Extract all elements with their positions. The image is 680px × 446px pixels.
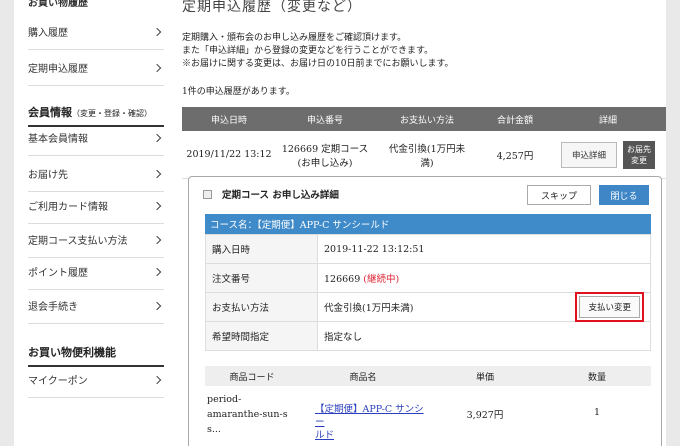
sidebar-item-label: 基本会員情報 xyxy=(28,134,88,145)
sidebar: お買い物履歴 購入履歴 定期申込履歴 会員情報（変更・登録・確認） 基本会員情報… xyxy=(14,0,170,446)
column-header: お支払い方法 xyxy=(399,115,454,126)
column-header: 商品名 xyxy=(349,372,377,383)
sidebar-item-label: 退会手続き xyxy=(28,302,78,313)
page-frame: お買い物履歴 購入履歴 定期申込履歴 会員情報（変更・登録・確認） 基本会員情報… xyxy=(14,0,666,446)
chevron-right-icon xyxy=(152,235,162,244)
chevron-right-icon xyxy=(152,301,162,310)
sidebar-item-label: ご利用カード情報 xyxy=(28,202,108,213)
order-detail-button[interactable]: 申込詳細 xyxy=(560,141,617,168)
info-value: 2019-11-22 13:12:51 xyxy=(317,234,651,264)
page-description: 定期購入・頒布会のお申し込み履歴をご確認頂けます。 また「申込詳細」から登録の変… xyxy=(182,33,454,69)
chevron-right-icon xyxy=(152,267,162,276)
subscription-detail-panel: 定期コース お申し込み詳細 スキップ 閉じる コース名：【定期便】APP-C サ… xyxy=(188,176,662,446)
sidebar-item-my-coupon[interactable]: マイクーポン xyxy=(28,362,164,398)
chevron-right-icon xyxy=(152,63,162,72)
product-table-header: 商品コード 商品名 単価 数量 xyxy=(205,366,651,386)
table-row: 注文番号 126669 (継続中) xyxy=(205,263,651,293)
order-info-table: 購入日時 2019-11-22 13:12:51 注文番号 126669 (継続… xyxy=(205,234,651,351)
column-header: 単価 xyxy=(475,372,494,383)
sidebar-item-label: マイクーポン xyxy=(28,376,88,387)
info-value: 126669 (継続中) xyxy=(317,263,651,293)
sidebar-item-basic-info[interactable]: 基本会員情報 xyxy=(28,120,164,156)
info-value: 代金引換(1万円未満) 支払い変更 xyxy=(317,292,651,322)
info-value: 指定なし xyxy=(317,321,651,351)
sidebar-item-point-history[interactable]: ポイント履歴 xyxy=(28,254,164,290)
sidebar-item-delivery-address[interactable]: お届け先 xyxy=(28,156,164,192)
quantity: 1 xyxy=(593,407,601,418)
order-number: 126669 定期コース (お申し込み) xyxy=(281,143,369,169)
sidebar-item-withdrawal[interactable]: 退会手続き xyxy=(28,288,164,324)
history-table-header: 申込日時 申込番号 お支払い方法 合計金額 詳細 xyxy=(182,107,666,131)
info-key: お支払い方法 xyxy=(205,292,318,322)
product-code: period- amaranthe-sun-s s... xyxy=(207,394,288,435)
course-name-bar: コース名：【定期便】APP-C サンシールド xyxy=(205,214,651,234)
close-button[interactable]: 閉じる xyxy=(599,185,649,205)
table-row: 購入日時 2019-11-22 13:12:51 xyxy=(205,234,651,264)
column-header: 数量 xyxy=(587,372,606,383)
product-name-link[interactable]: 【定期便】APP-C サンシー ルド xyxy=(315,404,424,441)
table-row: 2019/11/22 13:12 126669 定期コース (お申し込み) 代金… xyxy=(182,131,666,179)
table-row: お支払い方法 代金引換(1万円未満) 支払い変更 xyxy=(205,292,651,322)
sidebar-item-label: 定期コース支払い方法 xyxy=(28,236,128,247)
square-icon xyxy=(203,189,212,199)
column-header: 申込番号 xyxy=(306,115,343,126)
highlight-box: 支払い変更 xyxy=(575,292,644,322)
chevron-right-icon xyxy=(152,27,162,36)
chevron-right-icon xyxy=(152,133,162,142)
change-address-button[interactable]: お届先 変更 xyxy=(623,140,655,169)
column-header: 申込日時 xyxy=(210,115,247,126)
chevron-right-icon xyxy=(152,201,162,210)
sidebar-item-subscription-history[interactable]: 定期申込履歴 xyxy=(28,50,164,86)
sidebar-item-label: お届け先 xyxy=(28,170,68,181)
sidebar-item-card-info[interactable]: ご利用カード情報 xyxy=(28,188,164,224)
payment-method: 代金引換(1万円未 満) xyxy=(388,143,466,169)
order-date: 2019/11/22 13:12 xyxy=(186,149,272,160)
skip-button[interactable]: スキップ xyxy=(527,185,591,205)
sidebar-item-label: ポイント履歴 xyxy=(28,268,88,279)
sidebar-heading-purchase-history: お買い物履歴 xyxy=(28,0,88,9)
sidebar-item-purchase-history[interactable]: 購入履歴 xyxy=(28,14,164,50)
history-count: 1件の申込履歴があります。 xyxy=(182,87,295,97)
info-key: 購入日時 xyxy=(205,234,318,264)
chevron-right-icon xyxy=(152,169,162,178)
order-total: 4,257円 xyxy=(496,150,534,162)
unit-price: 3,927円 xyxy=(466,410,504,421)
column-header: 商品コード xyxy=(229,372,275,383)
info-key: 希望時間指定 xyxy=(205,321,318,351)
sidebar-item-subscription-payment[interactable]: 定期コース支払い方法 xyxy=(28,222,164,258)
table-row: period- amaranthe-sun-s s... 【定期便】APP-C … xyxy=(205,392,651,442)
status-badge: (継続中) xyxy=(363,274,400,285)
change-payment-button[interactable]: 支払い変更 xyxy=(579,296,640,318)
column-header: 合計金額 xyxy=(496,115,533,126)
panel-heading: 定期コース お申し込み詳細 xyxy=(203,187,339,201)
info-key: 注文番号 xyxy=(205,263,318,293)
page-title: 定期申込履歴（変更など） xyxy=(182,0,362,15)
sidebar-item-label: 購入履歴 xyxy=(28,28,68,39)
table-row: 希望時間指定 指定なし xyxy=(205,321,651,351)
product-name: 【定期便】APP-C サンシー ルド xyxy=(299,392,427,442)
column-header: 詳細 xyxy=(598,115,617,126)
detail-cell: 申込詳細 お届先 変更 xyxy=(550,140,666,169)
chevron-right-icon xyxy=(152,375,162,384)
history-table: 申込日時 申込番号 お支払い方法 合計金額 詳細 2019/11/22 13:1… xyxy=(182,107,666,179)
sidebar-item-label: 定期申込履歴 xyxy=(28,64,88,75)
